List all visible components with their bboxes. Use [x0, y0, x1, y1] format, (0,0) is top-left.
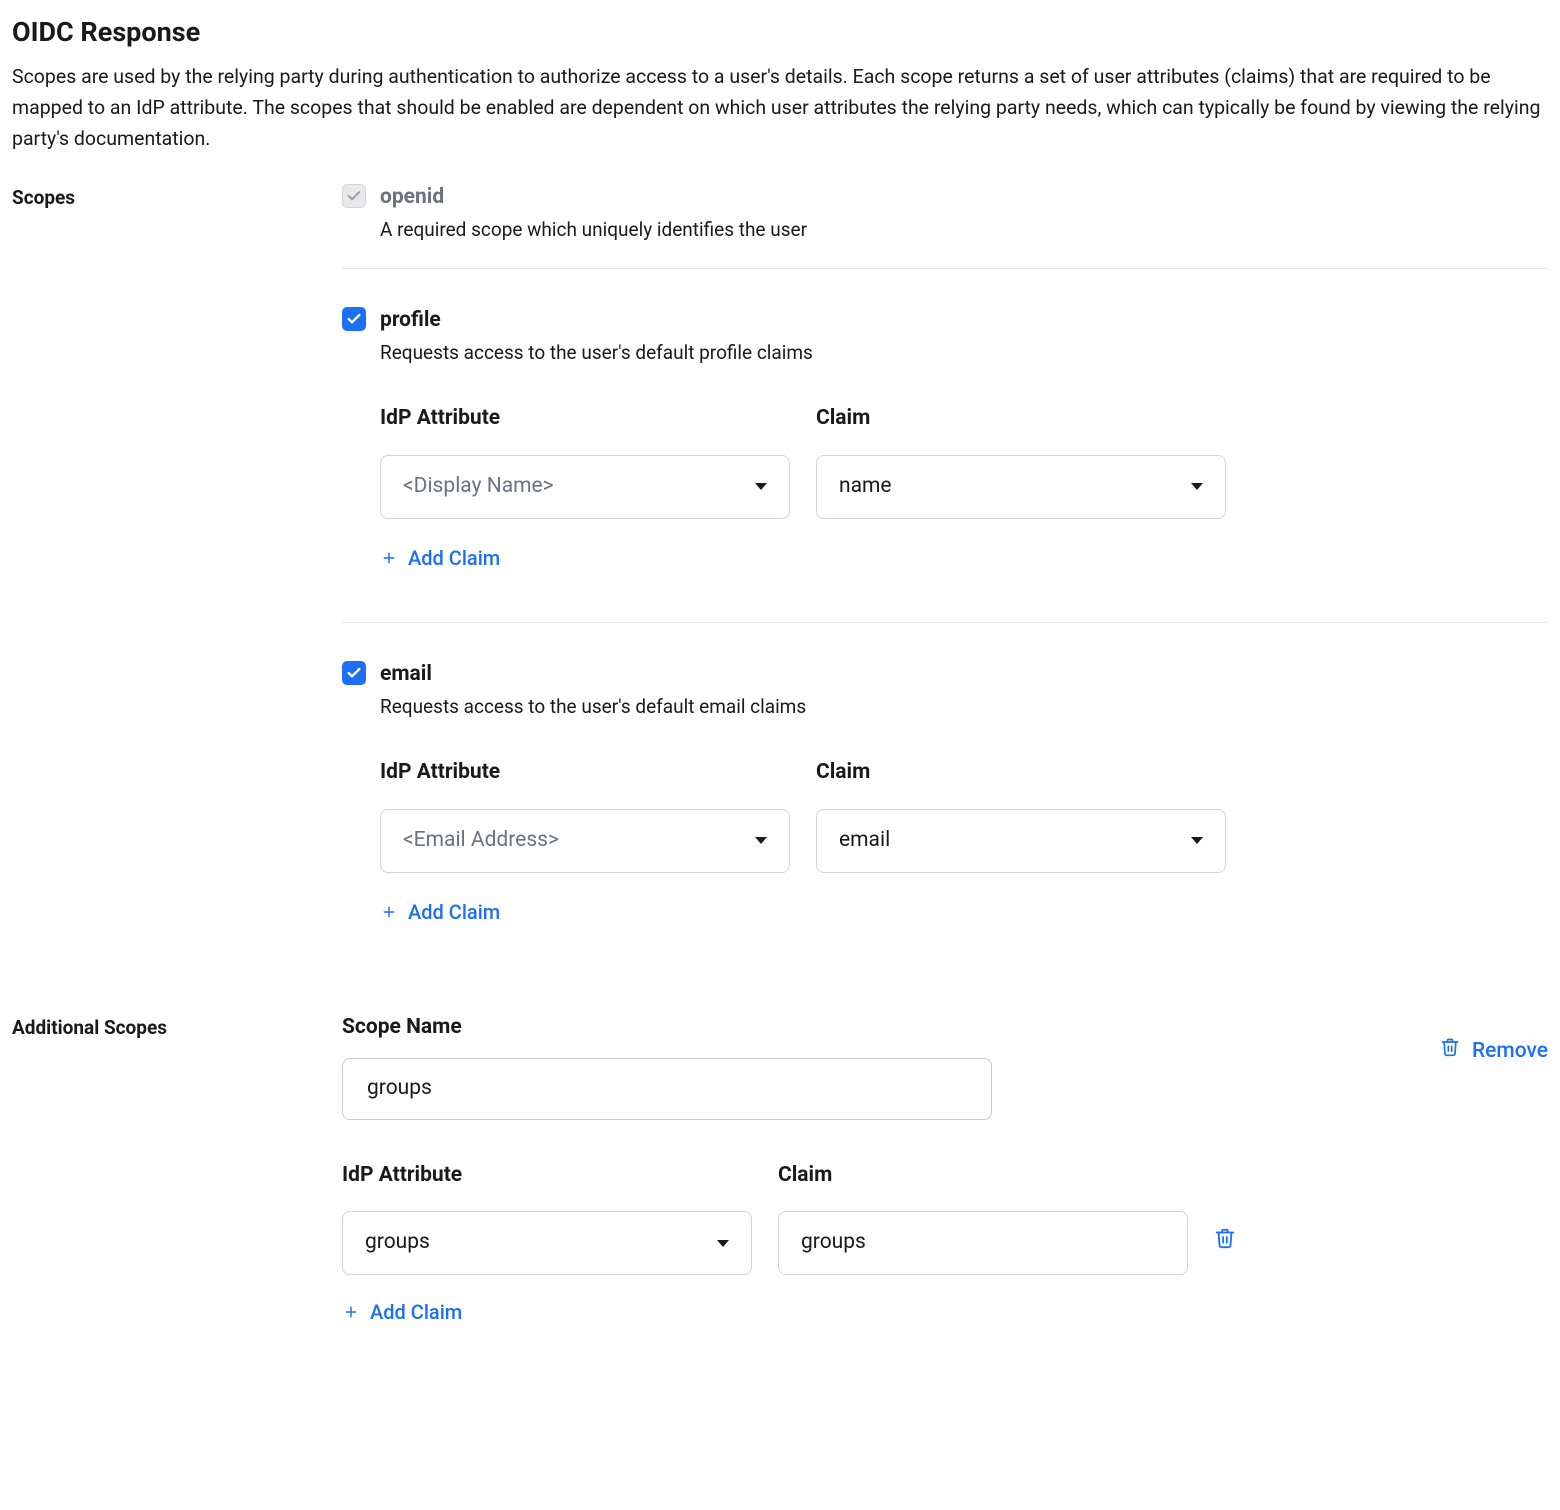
remove-scope-button[interactable]: Remove [1440, 1012, 1548, 1068]
scope-name-input[interactable]: groups [342, 1058, 992, 1120]
intro-text: Scopes are used by the relying party dur… [12, 61, 1548, 155]
profile-add-claim-button[interactable]: Add Claim [380, 543, 500, 573]
check-icon [346, 665, 362, 681]
email-claim-value: email [839, 825, 890, 857]
profile-idp-select[interactable]: <Display Name> [380, 455, 790, 519]
check-icon [346, 311, 362, 327]
email-desc: Requests access to the user's default em… [380, 693, 806, 722]
email-add-claim-button[interactable]: Add Claim [380, 897, 500, 927]
profile-idp-value: <Display Name> [403, 471, 554, 503]
add-claim-label: Add Claim [408, 543, 500, 573]
email-claim-select[interactable]: email [816, 809, 1226, 873]
openid-desc: A required scope which uniquely identifi… [380, 216, 807, 245]
remove-label: Remove [1472, 1036, 1548, 1068]
chevron-down-icon [1191, 483, 1203, 490]
scope-profile: profile Requests access to the user's de… [342, 305, 1548, 623]
email-checkbox[interactable] [342, 661, 366, 685]
scope-name-value: groups [367, 1073, 432, 1105]
idp-attribute-label: IdP Attribute [380, 757, 790, 789]
claim-label: Claim [816, 757, 1226, 789]
add-claim-label: Add Claim [370, 1297, 462, 1327]
additional-claim-value: groups [801, 1227, 866, 1259]
additional-scopes-label: Additional Scopes [12, 1012, 342, 1043]
openid-title: openid [380, 182, 807, 214]
additional-add-claim-button[interactable]: Add Claim [342, 1297, 462, 1327]
delete-claim-button[interactable] [1214, 1227, 1236, 1276]
claim-label: Claim [816, 403, 1226, 435]
add-claim-label: Add Claim [408, 897, 500, 927]
openid-checkbox [342, 184, 366, 208]
chevron-down-icon [717, 1240, 729, 1247]
profile-checkbox[interactable] [342, 307, 366, 331]
plus-icon [380, 903, 398, 921]
profile-title: profile [380, 305, 813, 337]
scope-openid: openid A required scope which uniquely i… [342, 182, 1548, 269]
scope-name-label: Scope Name [342, 1012, 992, 1044]
profile-claim-select[interactable]: name [816, 455, 1226, 519]
idp-attribute-label: IdP Attribute [380, 403, 790, 435]
email-title: email [380, 659, 806, 691]
chevron-down-icon [755, 483, 767, 490]
additional-idp-value: groups [365, 1227, 430, 1259]
plus-icon [380, 549, 398, 567]
additional-idp-select[interactable]: groups [342, 1211, 752, 1275]
scopes-label: Scopes [12, 182, 342, 213]
chevron-down-icon [1191, 837, 1203, 844]
additional-claim-input[interactable]: groups [778, 1211, 1188, 1275]
idp-attribute-label: IdP Attribute [342, 1160, 752, 1192]
profile-claim-value: name [839, 471, 892, 503]
claim-label: Claim [778, 1160, 1188, 1192]
email-idp-value: <Email Address> [403, 825, 559, 857]
trash-icon [1440, 1036, 1460, 1068]
plus-icon [342, 1303, 360, 1321]
chevron-down-icon [755, 837, 767, 844]
scope-email: email Requests access to the user's defa… [342, 659, 1548, 976]
profile-desc: Requests access to the user's default pr… [380, 339, 813, 368]
email-idp-select[interactable]: <Email Address> [380, 809, 790, 873]
page-title: OIDC Response [12, 12, 1548, 53]
trash-icon [1214, 1227, 1236, 1249]
check-icon [346, 188, 362, 204]
